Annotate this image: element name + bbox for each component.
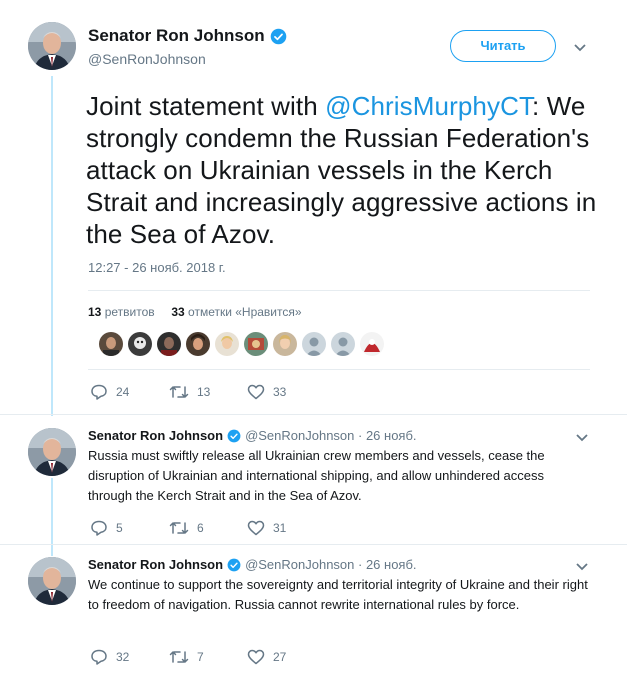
tweet-header: Senator Ron Johnson @SenRonJohnson — [88, 26, 287, 67]
retweets-stat-count: 13 — [88, 305, 102, 319]
tweet-text-part: Joint statement with — [86, 91, 326, 121]
retweet-count: 6 — [197, 521, 204, 535]
reply-header: Senator Ron Johnson @SenRonJohnson · 26 … — [88, 428, 417, 443]
chevron-down-icon[interactable] — [575, 433, 589, 443]
verified-badge-icon — [270, 28, 286, 44]
reply-author-name[interactable]: Senator Ron Johnson — [88, 428, 223, 443]
author-name[interactable]: Senator Ron Johnson — [88, 26, 265, 46]
mention-link[interactable]: @ChrisMurphyCT — [325, 91, 532, 121]
reply-avatar[interactable] — [28, 428, 76, 476]
retweet-icon — [169, 386, 189, 398]
reply-avatar[interactable] — [28, 557, 76, 605]
retweet-count: 13 — [197, 385, 211, 399]
likers-avatars — [99, 332, 384, 356]
retweet-icon — [169, 522, 189, 534]
liker-avatar-default[interactable] — [331, 332, 355, 356]
heart-icon — [247, 649, 265, 665]
retweets-stat[interactable]: 13 ретвитов — [88, 305, 155, 319]
liker-avatar[interactable] — [186, 332, 210, 356]
liker-avatar[interactable] — [244, 332, 268, 356]
retweet-action[interactable]: 6 — [169, 520, 247, 536]
author-name-link[interactable]: Senator Ron Johnson — [88, 26, 287, 46]
reply-count: 32 — [116, 650, 130, 664]
heart-icon — [247, 520, 265, 536]
author-handle[interactable]: @SenRonJohnson — [88, 51, 287, 67]
verified-badge-icon — [227, 558, 241, 571]
divider — [0, 414, 627, 415]
tweet-actions: 5 6 31 — [90, 520, 286, 536]
reply-header: Senator Ron Johnson @SenRonJohnson · 26 … — [88, 557, 417, 572]
reply-icon — [91, 649, 107, 665]
retweet-icon — [169, 651, 189, 663]
liker-avatar[interactable] — [215, 332, 239, 356]
divider — [88, 369, 590, 370]
like-action[interactable]: 33 — [247, 384, 286, 400]
like-action[interactable]: 31 — [247, 520, 286, 536]
reply-meta[interactable]: @SenRonJohnson · 26 нояб. — [245, 557, 416, 572]
chevron-down-icon[interactable] — [575, 562, 589, 572]
retweet-action[interactable]: 7 — [169, 649, 247, 665]
likes-stat-count: 33 — [171, 305, 185, 319]
verified-badge-icon — [227, 429, 241, 442]
retweets-stat-label: ретвитов — [104, 305, 155, 319]
reply-text: We continue to support the sovereignty a… — [88, 577, 588, 612]
reply-count: 5 — [116, 521, 123, 535]
like-action[interactable]: 27 — [247, 649, 286, 665]
reply-text: Russia must swiftly release all Ukrainia… — [88, 448, 545, 503]
reply-icon — [91, 384, 107, 400]
tweet-actions: 32 7 27 — [90, 649, 286, 665]
likes-stat[interactable]: 33 отметки «Нравится» — [171, 305, 301, 319]
reply-action[interactable]: 5 — [90, 520, 169, 536]
divider — [0, 544, 627, 545]
like-count: 27 — [273, 650, 287, 664]
tweet-text: Joint statement with @ChrisMurphyCT: We … — [86, 90, 606, 250]
thread-connector — [51, 76, 53, 416]
divider — [88, 290, 590, 291]
liker-avatar[interactable] — [360, 332, 384, 356]
retweet-action[interactable]: 13 — [169, 384, 247, 400]
reply-action[interactable]: 24 — [90, 384, 169, 400]
liker-avatar[interactable] — [128, 332, 152, 356]
follow-button[interactable]: Читать — [450, 30, 556, 62]
reply-icon — [91, 520, 107, 536]
liker-avatar[interactable] — [157, 332, 181, 356]
reply-author-name[interactable]: Senator Ron Johnson — [88, 557, 223, 572]
liker-avatar[interactable] — [273, 332, 297, 356]
reply-meta[interactable]: @SenRonJohnson · 26 нояб. — [245, 428, 416, 443]
reply-action[interactable]: 32 — [90, 649, 169, 665]
reply-count: 24 — [116, 385, 130, 399]
liker-avatar-default[interactable] — [302, 332, 326, 356]
heart-icon — [247, 384, 265, 400]
tweet-timestamp[interactable]: 12:27 - 26 нояб. 2018 г. — [88, 260, 226, 275]
chevron-down-icon[interactable] — [573, 43, 587, 53]
tweet-actions: 24 13 33 — [90, 384, 286, 400]
author-avatar[interactable] — [28, 22, 76, 70]
like-count: 33 — [273, 385, 287, 399]
likes-stat-label: отметки «Нравится» — [188, 305, 302, 319]
like-count: 31 — [273, 521, 287, 535]
tweet-stats: 13 ретвитов 33 отметки «Нравится» — [88, 305, 302, 319]
liker-avatar[interactable] — [99, 332, 123, 356]
retweet-count: 7 — [197, 650, 204, 664]
